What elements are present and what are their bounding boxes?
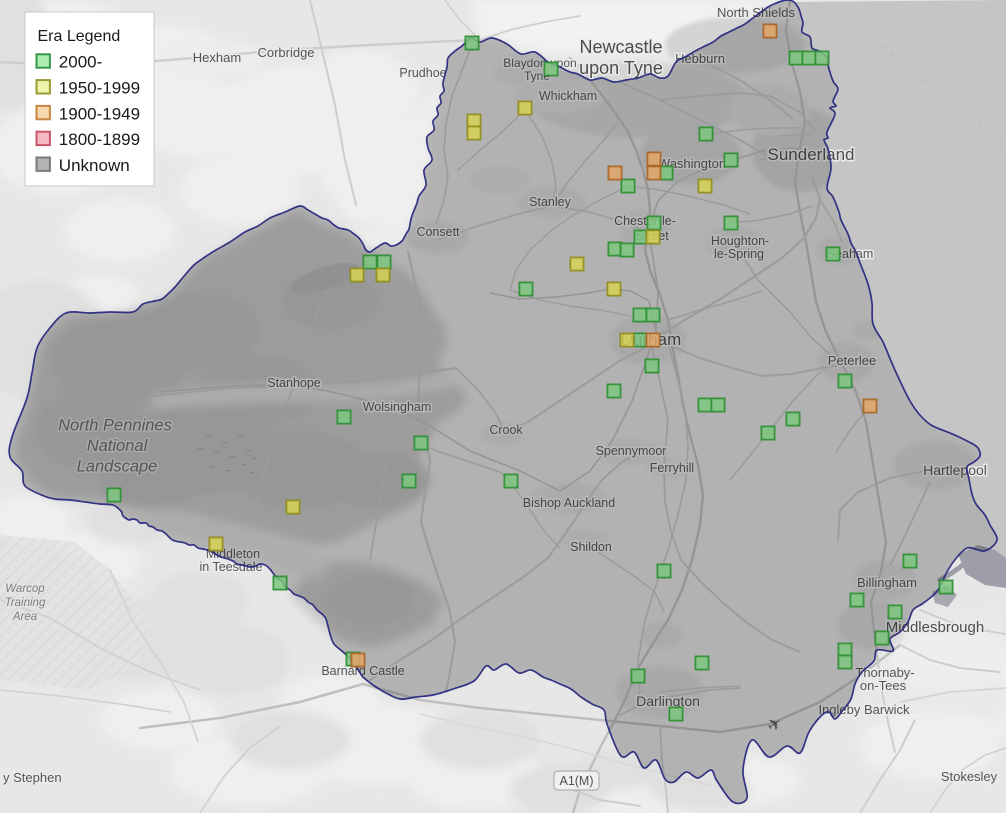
svg-text:Newcastle: Newcastle — [579, 37, 662, 57]
svg-text:Stokesley: Stokesley — [941, 769, 998, 784]
svg-text:Hexham: Hexham — [193, 50, 241, 65]
svg-text:A1(M): A1(M) — [559, 774, 593, 788]
svg-text:2000-: 2000- — [59, 53, 102, 72]
svg-text:1950-1999: 1950-1999 — [59, 79, 140, 98]
svg-text:y Stephen: y Stephen — [3, 770, 62, 785]
svg-text:on-Tees: on-Tees — [860, 678, 907, 693]
svg-text:Prudhoe: Prudhoe — [399, 66, 446, 80]
svg-text:Warcop: Warcop — [5, 583, 45, 595]
svg-text:Training: Training — [5, 597, 46, 609]
svg-text:Area: Area — [12, 611, 37, 623]
svg-text:Unknown: Unknown — [59, 156, 130, 175]
svg-text:Corbridge: Corbridge — [257, 45, 314, 60]
svg-text:1900-1949: 1900-1949 — [59, 104, 140, 123]
svg-text:Era Legend: Era Legend — [38, 28, 121, 45]
svg-text:1800-1899: 1800-1899 — [59, 130, 140, 149]
